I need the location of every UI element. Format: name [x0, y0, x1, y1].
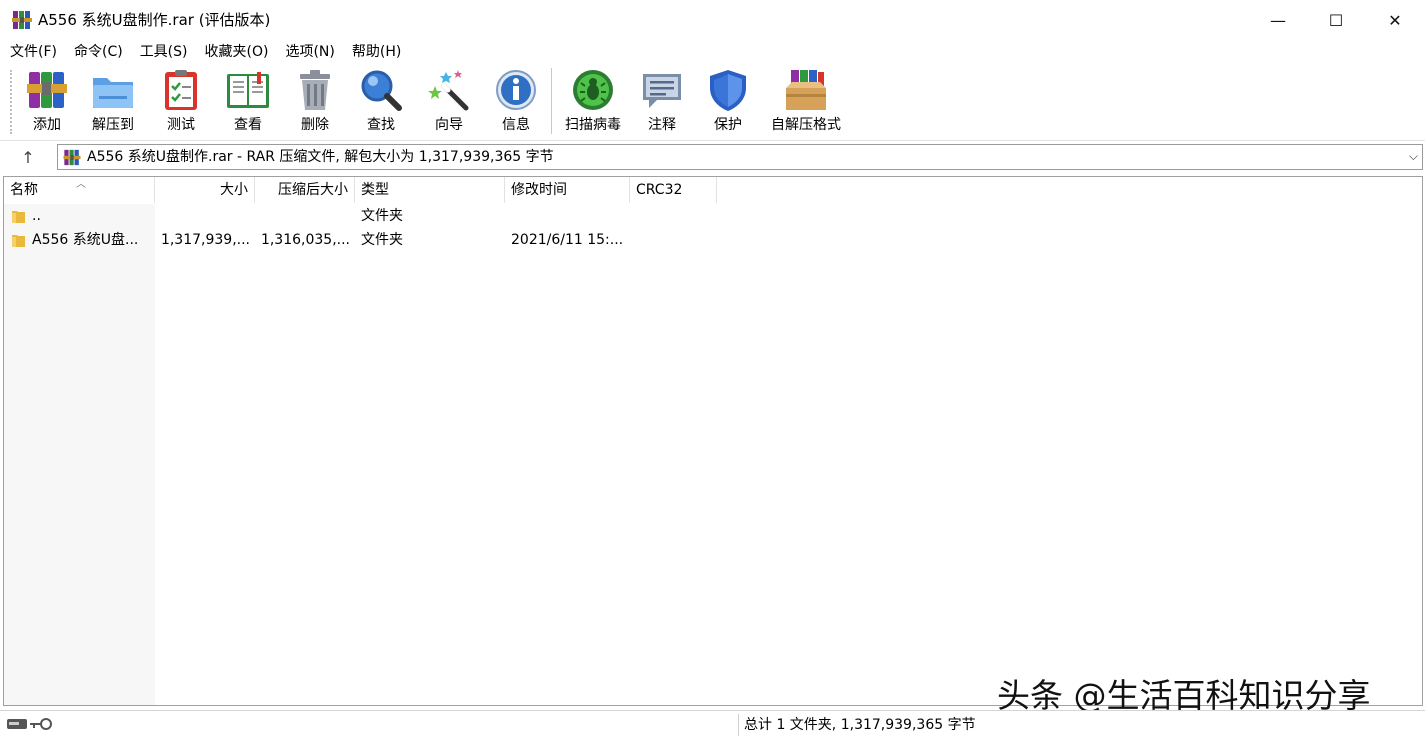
menu-bar: 文件(F) 命令(C) 工具(S) 收藏夹(O) 选项(N) 帮助(H) — [0, 40, 1425, 64]
status-separator — [738, 714, 739, 736]
status-summary: 总计 1 文件夹, 1,317,939,365 字节 — [744, 715, 976, 735]
scan-virus-button[interactable]: 扫描病毒 — [561, 68, 625, 138]
chevron-down-icon[interactable]: ⌵ — [1409, 149, 1418, 164]
magic-wand-icon — [426, 68, 472, 112]
folder-icon — [12, 210, 25, 223]
menu-options[interactable]: 选项(N) — [275, 41, 341, 63]
view-button[interactable]: 查看 — [222, 68, 274, 138]
title-bar: A556 系统U盘制作.rar (评估版本) — ☐ ✕ — [0, 0, 1425, 40]
rar-archive-icon — [63, 149, 81, 166]
row-name: .. — [32, 204, 152, 228]
menu-file[interactable]: 文件(F) — [0, 41, 64, 63]
up-folder-button[interactable]: ↑ — [14, 146, 42, 168]
find-button[interactable]: 查找 — [357, 68, 405, 138]
row-type: 文件夹 — [361, 228, 501, 252]
delete-button[interactable]: 删除 — [291, 68, 339, 138]
magnifier-icon — [358, 68, 404, 112]
add-icon — [24, 68, 70, 112]
sfx-box-icon — [783, 68, 829, 112]
close-icon: ✕ — [1388, 11, 1401, 30]
menu-favorites[interactable]: 收藏夹(O) — [195, 41, 276, 63]
row-packed-size: 1,316,035,... — [255, 228, 350, 252]
column-header-packed-size[interactable]: 压缩后大小 — [255, 177, 355, 203]
row-type: 文件夹 — [361, 204, 501, 228]
arrow-up-icon: ↑ — [21, 148, 34, 167]
table-row-folder[interactable]: A556 系统U盘... 1,317,939,... 1,316,035,...… — [4, 228, 1422, 252]
virus-scan-icon — [570, 68, 616, 112]
column-header-type[interactable]: 类型 — [355, 177, 505, 203]
info-button[interactable]: 信息 — [492, 68, 540, 138]
name-column-background — [4, 204, 155, 706]
window-title: A556 系统U盘制作.rar (评估版本) — [38, 10, 270, 30]
address-bar[interactable]: A556 系统U盘制作.rar - RAR 压缩文件, 解包大小为 1,317,… — [57, 144, 1423, 170]
test-clipboard-icon — [158, 68, 204, 112]
status-bar: 总计 1 文件夹, 1,317,939,365 字节 — [0, 710, 1425, 739]
column-header-size[interactable]: 大小 — [155, 177, 255, 203]
menu-commands[interactable]: 命令(C) — [64, 41, 130, 63]
winrar-app-icon[interactable] — [12, 10, 32, 30]
maximize-button[interactable]: ☐ — [1307, 0, 1365, 40]
comment-icon — [639, 68, 685, 112]
extract-folder-icon — [90, 68, 136, 112]
sfx-button[interactable]: 自解压格式 — [766, 68, 846, 138]
close-button[interactable]: ✕ — [1366, 0, 1424, 40]
toolbar-separator — [551, 68, 552, 134]
shield-icon — [705, 68, 751, 112]
minimize-icon: — — [1270, 11, 1286, 30]
column-header-crc32[interactable]: CRC32 — [630, 177, 717, 203]
key-icon — [30, 716, 52, 732]
add-button[interactable]: 添加 — [22, 68, 72, 138]
test-button[interactable]: 测试 — [157, 68, 205, 138]
row-packed-size — [255, 204, 349, 228]
minimize-button[interactable]: — — [1249, 0, 1307, 40]
maximize-icon: ☐ — [1329, 11, 1343, 30]
folder-icon — [12, 234, 25, 247]
wizard-button[interactable]: 向导 — [425, 68, 473, 138]
menu-tools[interactable]: 工具(S) — [130, 41, 195, 63]
sort-ascending-icon: ︿ — [76, 176, 86, 190]
row-size: 1,317,939,... — [155, 228, 250, 252]
protect-button[interactable]: 保护 — [704, 68, 752, 138]
extract-to-button[interactable]: 解压到 — [88, 68, 138, 138]
address-text: A556 系统U盘制作.rar - RAR 压缩文件, 解包大小为 1,317,… — [87, 148, 554, 166]
row-modified — [511, 204, 629, 228]
row-modified: 2021/6/11 15:... — [511, 228, 629, 252]
comment-button[interactable]: 注释 — [638, 68, 686, 138]
info-icon — [493, 68, 539, 112]
column-header-modified[interactable]: 修改时间 — [505, 177, 630, 203]
row-name: A556 系统U盘... — [32, 228, 154, 252]
drive-icon — [7, 717, 27, 731]
toolbar-grip[interactable] — [10, 70, 15, 134]
view-book-icon — [225, 68, 271, 112]
row-size — [155, 204, 249, 228]
menu-help[interactable]: 帮助(H) — [342, 41, 408, 63]
file-list[interactable]: 名称 ︿ 大小 压缩后大小 类型 修改时间 CRC32 .. 文件夹 A556 … — [3, 176, 1423, 706]
trash-icon — [292, 68, 338, 112]
table-row-parent[interactable]: .. 文件夹 — [4, 204, 1422, 228]
